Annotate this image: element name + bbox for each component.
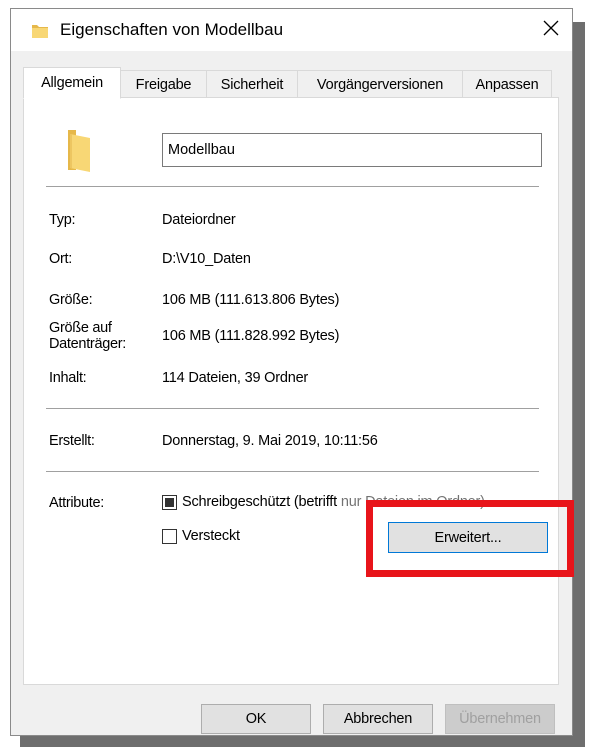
window-title: Eigenschaften von Modellbau: [60, 20, 284, 39]
ok-button[interactable]: OK: [201, 704, 311, 734]
tab-sicherheit[interactable]: Sicherheit: [206, 70, 298, 98]
tab-vorgaengerversionen[interactable]: Vorgängerversionen: [297, 70, 463, 98]
created-value: Donnerstag, 9. Mai 2019, 10:11:56: [162, 433, 378, 449]
location-label: Ort:: [49, 251, 72, 267]
folder-icon: [31, 23, 49, 44]
tab-allgemein[interactable]: Allgemein: [23, 67, 121, 99]
separator: [46, 408, 539, 409]
hidden-label: Versteckt: [182, 528, 240, 544]
folder-large-icon: [64, 128, 96, 177]
size-label: Größe:: [49, 292, 93, 308]
hidden-checkbox-row[interactable]: Versteckt: [162, 528, 240, 544]
location-value: D:\V10_Daten: [162, 251, 251, 267]
close-icon: [543, 20, 559, 41]
red-highlight-annotation: [366, 500, 574, 577]
apply-button: Übernehmen: [445, 704, 555, 734]
tab-strip: Allgemein Freigabe Sicherheit Vorgängerv…: [23, 67, 553, 99]
readonly-checkbox[interactable]: [162, 494, 177, 510]
general-tab-panel: Typ: Dateiordner Ort: D:\V10_Daten Größe…: [23, 97, 559, 685]
folder-name-input[interactable]: [162, 133, 542, 167]
created-label: Erstellt:: [49, 433, 95, 449]
separator: [46, 186, 539, 187]
disk-size-label-line1: Größe auf: [49, 320, 112, 336]
tab-freigabe[interactable]: Freigabe: [120, 70, 207, 98]
screenshot-page: Eigenschaften von Modellbau Allgemein Fr…: [0, 0, 590, 754]
disk-size-label-line2: Datenträger:: [49, 336, 126, 352]
contents-label: Inhalt:: [49, 370, 87, 386]
title-bar[interactable]: Eigenschaften von Modellbau: [11, 9, 572, 51]
size-value: 106 MB (111.613.806 Bytes): [162, 292, 340, 308]
close-button[interactable]: [533, 13, 569, 47]
disk-size-value: 106 MB (111.828.992 Bytes): [162, 328, 340, 344]
hidden-checkbox[interactable]: [162, 528, 177, 544]
type-value: Dateiordner: [162, 212, 236, 228]
cancel-button[interactable]: Abbrechen: [323, 704, 433, 734]
properties-dialog: Eigenschaften von Modellbau Allgemein Fr…: [10, 8, 574, 736]
separator: [46, 471, 539, 472]
attributes-label: Attribute:: [49, 495, 105, 511]
contents-value: 114 Dateien, 39 Ordner: [162, 370, 309, 386]
type-label: Typ:: [49, 212, 76, 228]
readonly-label: Schreibgeschützt (betrifft: [182, 494, 337, 510]
tab-anpassen[interactable]: Anpassen: [462, 70, 552, 98]
